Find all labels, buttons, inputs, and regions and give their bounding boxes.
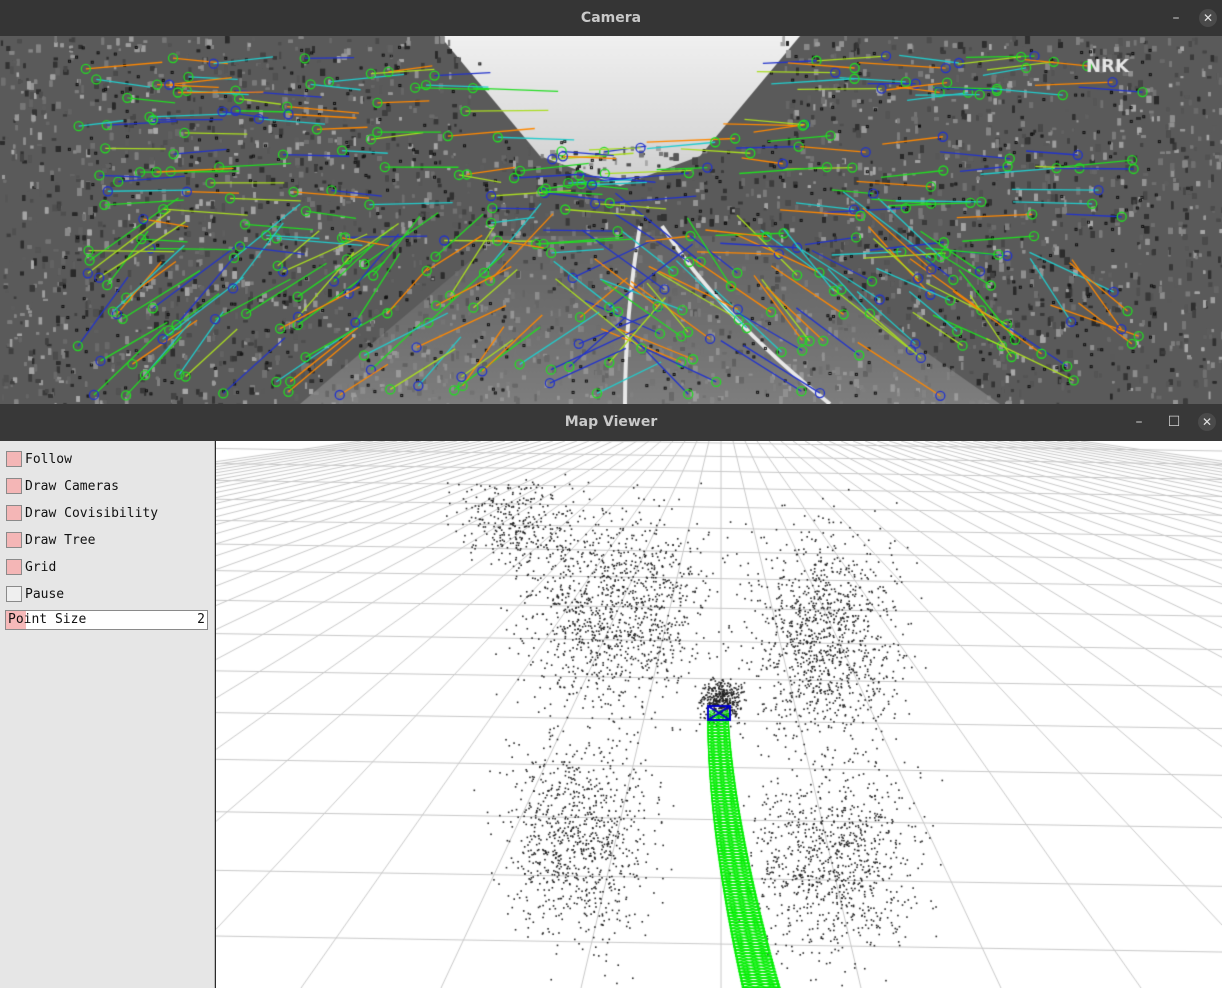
grid-label: Grid (25, 559, 57, 575)
map-viewer-titlebar[interactable]: Map Viewer – ☐ ✕ (0, 404, 1222, 441)
map-viewer-window: Map Viewer – ☐ ✕ Follow Draw Cameras Dra… (0, 404, 1222, 988)
draw-cameras-checkbox[interactable] (6, 478, 22, 494)
camera-window-title: Camera (580, 10, 642, 26)
pause-label: Pause (25, 586, 65, 602)
control-panel: Follow Draw Cameras Draw Covisibility Dr… (0, 441, 215, 988)
point-size-slider[interactable]: Point Size 2 (5, 610, 208, 630)
draw-cameras-label: Draw Cameras (25, 478, 119, 494)
pause-checkbox[interactable] (6, 586, 22, 602)
draw-tree-toggle[interactable]: Draw Tree (6, 530, 95, 550)
pause-toggle[interactable]: Pause (6, 584, 64, 604)
grid-checkbox[interactable] (6, 559, 22, 575)
maximize-icon[interactable]: ☐ (1160, 404, 1188, 440)
close-icon[interactable]: ✕ (1199, 9, 1217, 27)
draw-cameras-toggle[interactable]: Draw Cameras (6, 476, 119, 496)
map-3d-view[interactable] (216, 441, 1222, 988)
draw-tree-checkbox[interactable] (6, 532, 22, 548)
camera-titlebar[interactable]: Camera – ✕ (0, 0, 1222, 36)
close-icon[interactable]: ✕ (1198, 413, 1216, 431)
minimize-icon[interactable]: – (1125, 404, 1153, 440)
point-size-label: Point Size (8, 612, 87, 627)
draw-covisibility-toggle[interactable]: Draw Covisibility (6, 503, 158, 523)
draw-covisibility-label: Draw Covisibility (25, 505, 159, 521)
follow-toggle[interactable]: Follow (6, 449, 72, 469)
camera-feature-view (0, 36, 1222, 404)
minimize-icon[interactable]: – (1162, 0, 1190, 36)
grid-toggle[interactable]: Grid (6, 557, 56, 577)
draw-tree-label: Draw Tree (25, 532, 96, 548)
follow-checkbox[interactable] (6, 451, 22, 467)
follow-label: Follow (25, 451, 72, 467)
camera-window: Camera – ✕ (0, 0, 1222, 404)
draw-covisibility-checkbox[interactable] (6, 505, 22, 521)
map-viewer-window-title: Map Viewer (564, 414, 658, 430)
point-size-value: 2 (197, 612, 205, 627)
